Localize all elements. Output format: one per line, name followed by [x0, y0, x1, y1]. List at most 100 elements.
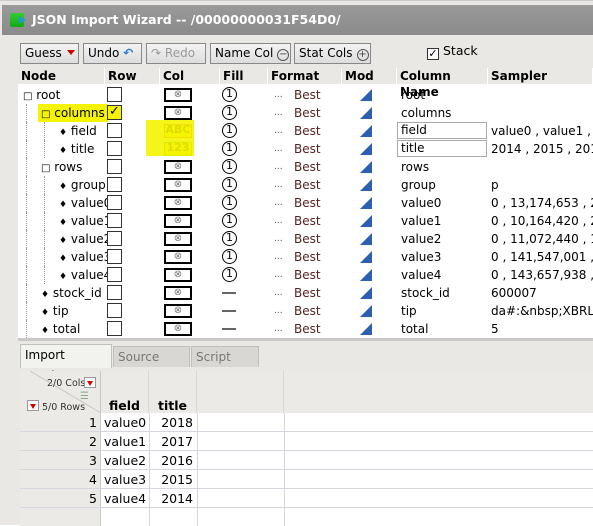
fill-one-icon[interactable]: 1 — [222, 105, 237, 120]
node-cell[interactable]: ♦ field — [56, 122, 100, 142]
row-checkbox-checked[interactable]: ✓ — [107, 105, 122, 120]
tab-import-preview[interactable]: Import Preview — [20, 344, 112, 383]
node-cell[interactable]: ♦ value4 — [56, 266, 114, 286]
tab-script-view[interactable]: Script View — [191, 346, 259, 385]
node-cell[interactable]: ♦ tip — [38, 302, 72, 322]
modifier-icon[interactable] — [360, 287, 372, 299]
col-type-none-icon[interactable]: ⊗ — [164, 250, 192, 264]
table-row[interactable]: ♦ fieldABC1...Bestfieldvalue0 , value1 ,… — [18, 122, 593, 140]
column-header-title[interactable]: title — [149, 371, 197, 413]
col-type-none-icon[interactable]: ⊗ — [164, 214, 192, 228]
fill-one-icon[interactable]: 1 — [222, 87, 237, 102]
format-value[interactable]: Best — [294, 284, 321, 302]
node-cell[interactable]: ♦ value3 — [56, 248, 114, 268]
format-value[interactable]: Best — [294, 212, 321, 230]
table-row[interactable]: ♦ value2 ⊗ 1... Best value2 0 , 11,072,440 , … — [18, 230, 593, 248]
row-checkbox[interactable] — [107, 177, 122, 192]
table-row[interactable]: ♦ value3 ⊗ 1... Best value3 0 , 141,547,001 ,… — [18, 248, 593, 266]
format-ellipsis-button[interactable]: ... — [274, 104, 283, 122]
preview-row[interactable]: 2 value1 2017 — [20, 432, 593, 451]
format-ellipsis-button[interactable]: ... — [274, 86, 283, 104]
col-type-none-icon[interactable]: ⊗ — [164, 178, 192, 192]
node-cell[interactable]: ♦ total — [38, 320, 83, 340]
fill-none-icon[interactable] — [222, 292, 236, 294]
cols-dropdown-button[interactable] — [84, 377, 96, 388]
redo-button[interactable]: ↷ Redo — [146, 43, 206, 64]
tab-source-view[interactable]: Source View — [113, 346, 190, 385]
row-checkbox[interactable] — [107, 141, 122, 156]
node-cell[interactable]: ♦ title — [56, 140, 97, 160]
col-type-none-icon[interactable]: ⊗ — [164, 106, 192, 120]
preview-row[interactable]: 3 value2 2016 — [20, 451, 593, 470]
fill-one-icon[interactable]: 1 — [222, 141, 237, 156]
format-ellipsis-button[interactable]: ... — [274, 320, 283, 338]
row-checkbox[interactable] — [107, 87, 122, 102]
col-type-none-icon[interactable]: ⊗ — [164, 232, 192, 246]
col-type-none-icon[interactable]: ⊗ — [164, 322, 192, 336]
fill-one-icon[interactable]: 1 — [222, 267, 237, 282]
col-type-none-icon[interactable]: ⊗ — [164, 88, 192, 102]
row-checkbox[interactable] — [107, 231, 122, 246]
cell-field[interactable]: value3 — [104, 470, 146, 489]
cell-title[interactable]: 2017 — [149, 432, 193, 451]
fill-one-icon[interactable]: 1 — [222, 123, 237, 138]
format-value[interactable]: Best — [294, 266, 321, 284]
stack-checkbox[interactable]: ✓ Stack — [427, 43, 478, 60]
row-number[interactable]: 2 — [20, 432, 97, 451]
cell-field[interactable]: value0 — [104, 413, 146, 432]
column-header-field[interactable]: field — [101, 371, 149, 413]
fill-none-icon[interactable] — [222, 328, 236, 330]
modifier-icon[interactable] — [360, 197, 372, 209]
format-ellipsis-button[interactable]: ... — [274, 248, 283, 266]
modifier-icon[interactable] — [360, 125, 372, 137]
row-number[interactable]: 3 — [20, 451, 97, 470]
column-header[interactable]: Col — [160, 68, 220, 84]
fill-one-icon[interactable]: 1 — [222, 177, 237, 192]
table-row[interactable]: □ columns ✓ ⊗ 1... Best columns — [18, 104, 593, 122]
row-checkbox[interactable] — [107, 267, 122, 282]
format-value[interactable]: Best — [294, 248, 321, 266]
node-cell[interactable]: ♦ value2 — [56, 230, 114, 250]
splitter[interactable] — [18, 338, 593, 341]
modifier-icon[interactable] — [360, 251, 372, 263]
modifier-icon[interactable] — [360, 89, 372, 101]
fill-one-icon[interactable]: 1 — [222, 231, 237, 246]
table-row[interactable]: ♦ tip ⊗... Best tip da#:&nbsp;XBRL — [18, 302, 593, 320]
format-ellipsis-button[interactable]: ... — [274, 194, 283, 212]
modifier-icon[interactable] — [360, 215, 372, 227]
modifier-icon[interactable] — [360, 323, 372, 335]
row-number[interactable]: 1 — [20, 413, 97, 432]
col-type-none-icon[interactable]: ⊗ — [164, 286, 192, 300]
format-ellipsis-button[interactable]: ... — [274, 122, 283, 140]
expand-icon[interactable]: □ — [41, 163, 50, 174]
format-value[interactable]: Best — [294, 158, 321, 176]
format-value[interactable]: Best — [294, 302, 321, 320]
format-value[interactable]: Best — [294, 230, 321, 248]
col-type-none-icon[interactable]: ⊗ — [164, 268, 192, 282]
node-cell[interactable]: □ root — [20, 86, 63, 106]
modifier-icon[interactable] — [360, 179, 372, 191]
row-checkbox[interactable] — [107, 285, 122, 300]
format-value[interactable]: Best — [294, 104, 321, 122]
column-name-input[interactable]: field — [397, 122, 487, 139]
column-header[interactable]: Fill — [220, 68, 268, 84]
format-ellipsis-button[interactable]: ... — [274, 140, 283, 158]
stat-cols-button[interactable]: Stat Cols + — [294, 43, 371, 64]
table-row[interactable]: ♦ group ⊗ 1... Best group p — [18, 176, 593, 194]
undo-button[interactable]: Undo ↶ — [83, 43, 142, 64]
node-cell[interactable]: ♦ value1 — [56, 212, 114, 232]
cell-title[interactable]: 2015 — [149, 470, 193, 489]
format-ellipsis-button[interactable]: ... — [274, 302, 283, 320]
column-header[interactable]: Column Name — [397, 68, 488, 99]
format-value[interactable]: Best — [294, 194, 321, 212]
format-value[interactable]: Best — [294, 122, 321, 140]
table-row[interactable]: ♦ title1231...Besttitle2014 , 2015 , 201… — [18, 140, 593, 158]
modifier-icon[interactable] — [360, 107, 372, 119]
row-checkbox[interactable] — [107, 303, 122, 318]
row-checkbox[interactable] — [107, 213, 122, 228]
cell-field[interactable]: value4 — [104, 489, 146, 508]
row-checkbox[interactable] — [107, 249, 122, 264]
fill-one-icon[interactable]: 1 — [222, 159, 237, 174]
row-checkbox[interactable] — [107, 195, 122, 210]
node-cell[interactable]: ♦ stock_id — [38, 284, 105, 304]
